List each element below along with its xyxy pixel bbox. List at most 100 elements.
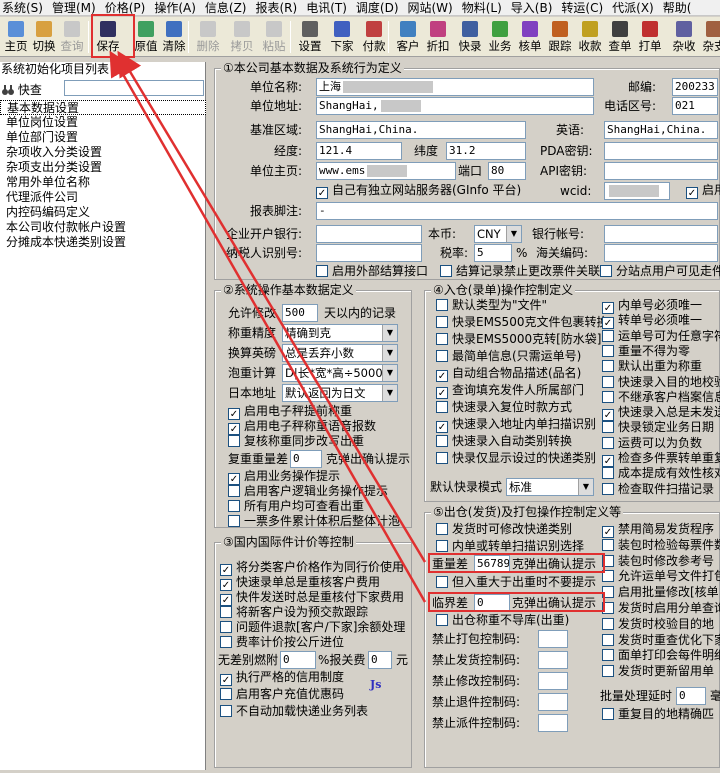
checkbox[interactable]: 快速录入自动类别转换: [436, 434, 572, 449]
checkbox[interactable]: 成本提成有效性核对: [602, 466, 720, 481]
checkbox[interactable]: 允许运单号文件打包: [602, 569, 720, 584]
checkbox[interactable]: 运费可以为负数: [602, 436, 702, 451]
control-code-input[interactable]: [538, 651, 568, 669]
payment-button[interactable]: 付款: [360, 19, 388, 56]
list-item[interactable]: 本公司收付款帐户设置: [0, 220, 206, 235]
pda-key-input[interactable]: [604, 142, 718, 160]
checkbox[interactable]: 启用客户充值优惠码: [220, 687, 344, 702]
postcode-input[interactable]: 200233: [672, 78, 718, 96]
checkbox[interactable]: 将新客户设为预交款跟踪: [220, 605, 368, 620]
checkbox[interactable]: ✓ 自动组合物品描述(品名): [436, 366, 581, 382]
checkbox[interactable]: 默认类型为"文件": [436, 298, 547, 313]
checkbox[interactable]: 面单打印会每件明细: [602, 648, 720, 663]
list-item[interactable]: 单位部门设置: [0, 130, 206, 145]
checkbox[interactable]: 发货时校验目的地: [602, 617, 714, 632]
enable-checkbox[interactable]: ✓ 启用: [686, 183, 720, 199]
longitude-input[interactable]: 121.4: [316, 142, 402, 160]
area-code-input[interactable]: 021: [672, 97, 718, 115]
checkbox[interactable]: ✓ 禁用简易发货程序: [602, 522, 714, 538]
checkbox[interactable]: 装包时检验每票件数: [602, 538, 720, 553]
ext-settle-checkbox[interactable]: 启用外部结算接口: [316, 264, 428, 279]
checkbox[interactable]: 发货时启用分单查询: [602, 601, 720, 616]
report-footer-input[interactable]: -: [316, 202, 718, 220]
region-input[interactable]: ShangHai,China.: [316, 121, 526, 139]
menu-item[interactable]: 导入(B): [509, 0, 560, 15]
track-button[interactable]: 跟踪: [546, 19, 574, 56]
convert-select[interactable]: 总是丢弃小数 ▼: [282, 344, 398, 362]
checkbox[interactable]: ✓ 将分类客户价格作为同行价使用: [220, 560, 404, 576]
list-item[interactable]: 常用外单位名称: [0, 175, 206, 190]
menu-item[interactable]: 系统(S): [0, 0, 50, 15]
checkbox[interactable]: 检查取件扫描记录: [602, 482, 714, 497]
tax-rate-input[interactable]: 5: [474, 244, 512, 262]
menu-item[interactable]: 价格(P): [103, 0, 153, 15]
switch-button[interactable]: 切换: [30, 19, 58, 56]
tax-id-input[interactable]: [316, 244, 422, 262]
paste-button[interactable]: 粘贴: [260, 19, 288, 56]
latitude-input[interactable]: 31.2: [446, 142, 526, 160]
list-item[interactable]: 杂项收入分类设置: [0, 145, 206, 160]
menu-item[interactable]: 帮助(: [661, 0, 699, 15]
checkbox[interactable]: 启用批量修改[核单: [602, 585, 719, 600]
list-item[interactable]: 单位岗位设置: [0, 115, 206, 130]
checkbox[interactable]: ✓ 快速录单总是重核客户费用: [220, 575, 380, 591]
insure-input[interactable]: 0: [368, 651, 392, 669]
customs-input[interactable]: [604, 244, 718, 262]
control-code-input[interactable]: [538, 693, 568, 711]
business-button[interactable]: 业务: [486, 19, 514, 56]
jp-address-select[interactable]: 默认返回为日文 ▼: [282, 384, 398, 402]
checkbox[interactable]: 快速录入目的地校验: [602, 375, 720, 390]
restore-button[interactable]: 原值: [132, 19, 160, 56]
checkbox[interactable]: 发货时更新留用单: [602, 664, 714, 679]
downstream-button[interactable]: 下家: [328, 19, 356, 56]
checkbox[interactable]: 发货时重查优化下家: [602, 633, 720, 648]
list-item[interactable]: 内控码编码定义: [0, 205, 206, 220]
company-name-input[interactable]: 上海: [316, 78, 594, 96]
menu-item[interactable]: 转运(C): [559, 0, 610, 15]
reweigh-input[interactable]: 0: [290, 450, 322, 468]
misc-income-button[interactable]: 杂收: [670, 19, 698, 56]
api-key-input[interactable]: [604, 162, 718, 180]
control-code-input[interactable]: [538, 714, 568, 732]
checkbox[interactable]: 复核称重同步改写出重: [228, 434, 364, 449]
copy-button[interactable]: 拷贝: [228, 19, 256, 56]
verify-button[interactable]: 核单: [516, 19, 544, 56]
wcid-input[interactable]: [604, 182, 670, 200]
menu-item[interactable]: 信息(Z): [203, 0, 254, 15]
checkbox[interactable]: 快录仅显示设过的快递类别: [436, 451, 596, 466]
binoculars-button[interactable]: 查询: [58, 19, 86, 56]
precision-select[interactable]: 精确到克 ▼: [282, 324, 398, 342]
checkbox[interactable]: 问题件退款[客户/下家]余额处理: [220, 620, 405, 635]
checkbox[interactable]: ✓ 检查多件票转单重复: [602, 451, 720, 467]
checkbox[interactable]: 费率计价按公斤进位: [220, 635, 344, 650]
menu-item[interactable]: 管理(M): [50, 0, 103, 15]
checkbox[interactable]: 一票多件累计体积后整体计泡: [228, 514, 400, 529]
home-button[interactable]: 主页: [2, 19, 30, 56]
list-item[interactable]: 基本数据设置: [0, 100, 206, 115]
checkbox[interactable]: 不自动加载快递业务列表: [220, 704, 368, 719]
control-code-input[interactable]: [538, 672, 568, 690]
menu-item[interactable]: 物料(L): [460, 0, 509, 15]
checkbox[interactable]: 重量不得为零: [602, 344, 690, 359]
settings-button[interactable]: 设置: [296, 19, 324, 56]
dest-match-checkbox[interactable]: 重复目的地精确匹: [602, 707, 714, 722]
heavy-checkbox[interactable]: 但入重大于出重时不要提示: [436, 575, 596, 590]
own-server-checkbox[interactable]: ✓ 自己有独立网站服务器(GInfo 平台): [316, 183, 521, 199]
checkbox[interactable]: 内单或转单扫描识别选择: [436, 539, 584, 554]
misc-expense-button[interactable]: 杂支: [700, 19, 720, 56]
control-code-input[interactable]: [538, 630, 568, 648]
menu-item[interactable]: 报表(R): [253, 0, 304, 15]
checkbox[interactable]: 启用客户逻辑业务操作提示: [228, 484, 388, 499]
account-input[interactable]: [604, 225, 718, 243]
checkbox[interactable]: ✓ 快速录入地址内单扫描识别: [436, 417, 596, 433]
currency-select[interactable]: CNY ▼: [474, 225, 522, 243]
out-weigh-checkbox[interactable]: 出仓称重不导库(出重): [436, 613, 569, 628]
list-item[interactable]: 杂项支出分类设置: [0, 160, 206, 175]
checkbox[interactable]: 装包时修改参考号: [602, 554, 714, 569]
quick-entry-button[interactable]: 快录: [456, 19, 484, 56]
allow-days-input[interactable]: 500: [282, 304, 318, 322]
checkbox[interactable]: 快录EMS5000克转[防水袋]: [436, 332, 601, 347]
checkbox[interactable]: 最简单信息(只需运单号): [436, 349, 581, 364]
homepage-input[interactable]: www.ems: [316, 162, 456, 180]
checkbox[interactable]: 不继承客户档案信息: [602, 390, 720, 405]
